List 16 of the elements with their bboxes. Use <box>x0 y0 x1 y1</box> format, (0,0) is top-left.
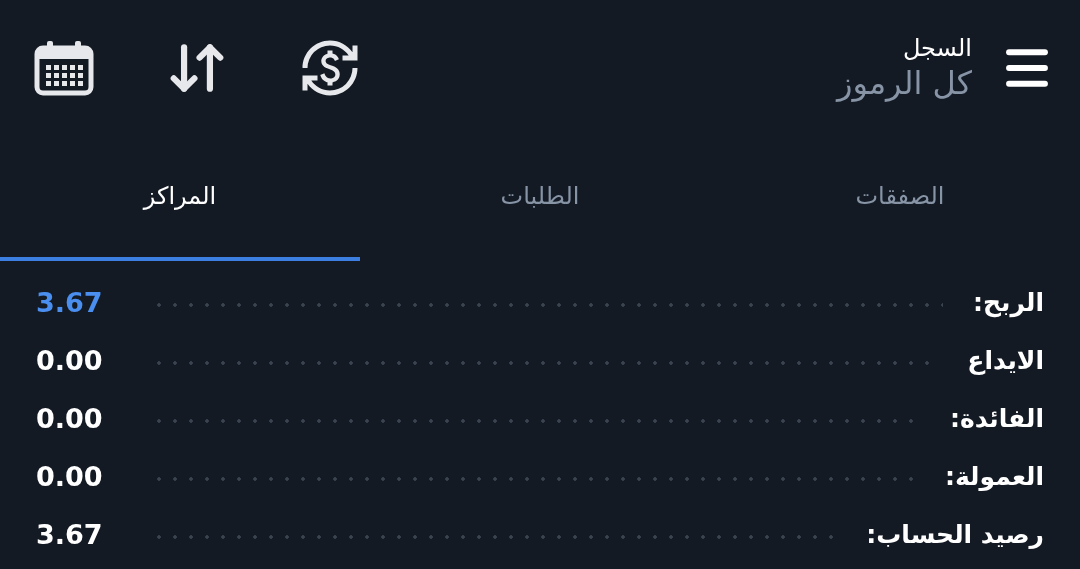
summary-label: الربح: <box>973 287 1044 317</box>
summary-value: 0.00 <box>36 460 103 492</box>
symbol-filter[interactable]: كل الرموز <box>360 63 972 102</box>
page-title: السجل <box>901 33 972 62</box>
tab[interactable]: المراكز <box>0 135 360 261</box>
summary-value: 3.67 <box>36 286 103 318</box>
summary-label: الفائدة: <box>950 403 1044 433</box>
calendar-icon[interactable] <box>34 39 94 96</box>
tab[interactable]: الطلبات <box>360 135 720 261</box>
summary-value: 3.67 <box>36 518 103 550</box>
tab[interactable]: الصفقات <box>720 135 1080 261</box>
summary-label: رصيد الحساب: <box>866 519 1044 549</box>
summary-label: العمولة: <box>944 461 1044 491</box>
summary-value: 0.00 <box>36 344 103 376</box>
summary-value: 0.00 <box>36 402 103 434</box>
summary-label: الايداع <box>967 345 1044 375</box>
